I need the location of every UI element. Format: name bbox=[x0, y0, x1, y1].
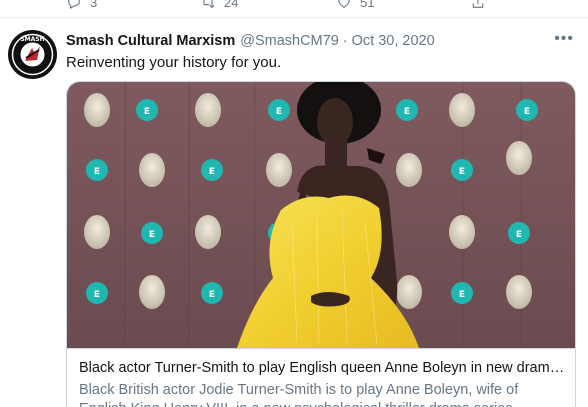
tweet-divider bbox=[0, 17, 588, 18]
svg-text:E: E bbox=[276, 107, 282, 117]
tweet-date[interactable]: Oct 30, 2020 bbox=[352, 33, 435, 49]
like-button[interactable]: 51 bbox=[336, 0, 374, 10]
link-card[interactable]: E E E E E E E E E E E E E bbox=[66, 81, 576, 407]
more-options-button[interactable]: ••• bbox=[554, 30, 574, 48]
share-button[interactable] bbox=[470, 0, 486, 10]
svg-text:E: E bbox=[459, 167, 465, 177]
svg-text:E: E bbox=[149, 230, 155, 240]
svg-text:E: E bbox=[209, 290, 215, 300]
svg-text:E: E bbox=[209, 167, 215, 177]
separator-dot: · bbox=[342, 33, 348, 49]
card-divider bbox=[67, 348, 575, 349]
like-count: 51 bbox=[360, 0, 375, 10]
actress-photo: E E E E E E E E E E E E E bbox=[67, 82, 575, 348]
retweet-icon bbox=[203, 0, 215, 9]
heart-icon bbox=[338, 0, 350, 8]
svg-text:E: E bbox=[459, 290, 465, 300]
reply-icon bbox=[68, 0, 80, 9]
smash-logo-icon: SMASH bbox=[8, 30, 57, 79]
svg-text:E: E bbox=[524, 107, 530, 117]
svg-text:E: E bbox=[516, 230, 522, 240]
display-name[interactable]: Smash Cultural Marxism bbox=[66, 33, 235, 49]
user-handle[interactable]: @SmashCM79 bbox=[240, 33, 339, 49]
retweet-button[interactable]: 24 bbox=[200, 0, 238, 10]
retweet-count: 24 bbox=[224, 0, 239, 10]
svg-text:E: E bbox=[94, 167, 100, 177]
avatar[interactable]: SMASH bbox=[8, 30, 57, 79]
card-description[interactable]: Black British actor Jodie Turner-Smith i… bbox=[79, 381, 569, 407]
more-dots-icon: ••• bbox=[554, 30, 574, 47]
share-icon bbox=[472, 0, 484, 8]
card-image[interactable]: E E E E E E E E E E E E E bbox=[67, 82, 575, 348]
tweet-header: Smash Cultural Marxism @SmashCM79 · Oct … bbox=[66, 33, 435, 51]
svg-text:E: E bbox=[94, 290, 100, 300]
reply-count: 3 bbox=[90, 0, 98, 10]
card-title[interactable]: Black actor Turner-Smith to play English… bbox=[79, 360, 569, 376]
svg-text:E: E bbox=[144, 107, 150, 117]
tweet-text: Reinventing your history for you. bbox=[66, 54, 282, 71]
reply-button[interactable]: 3 bbox=[66, 0, 97, 10]
svg-text:SMASH: SMASH bbox=[20, 36, 44, 43]
previous-tweet-actions: 3 24 51 bbox=[0, 0, 588, 14]
svg-text:E: E bbox=[404, 107, 410, 117]
